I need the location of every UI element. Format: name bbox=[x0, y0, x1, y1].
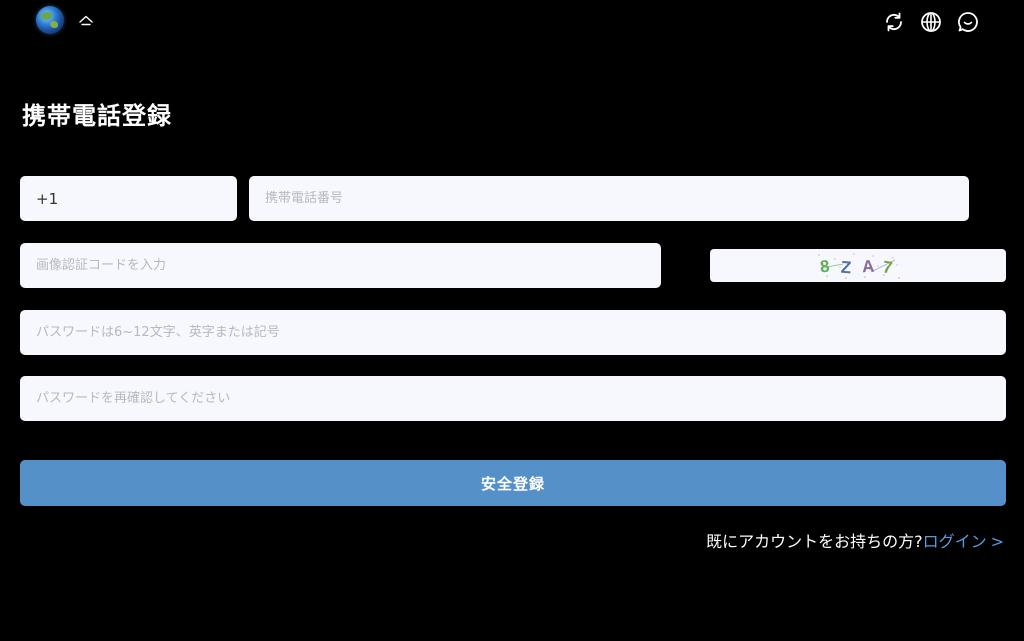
captcha-code-input[interactable] bbox=[20, 243, 661, 288]
globe-logo-icon bbox=[36, 6, 64, 34]
top-left-bar bbox=[36, 6, 94, 34]
top-right-bar bbox=[882, 10, 980, 34]
chat-icon[interactable] bbox=[956, 10, 980, 34]
language-icon[interactable] bbox=[919, 10, 943, 34]
page-title: 携帯電話登録 bbox=[22, 102, 172, 130]
captcha-image-button[interactable]: 8 Z A 7 bbox=[710, 249, 1006, 282]
captcha-char: 7 bbox=[882, 257, 894, 277]
home-icon[interactable] bbox=[78, 14, 94, 30]
phone-number-input[interactable] bbox=[249, 176, 969, 221]
password-input[interactable] bbox=[20, 310, 1006, 355]
captcha-char: 8 bbox=[819, 256, 830, 276]
login-prompt: 既にアカウントをお持ちの方?ログイン > bbox=[706, 528, 1004, 552]
register-button[interactable]: 安全登録 bbox=[20, 460, 1006, 506]
captcha-image: 8 Z A 7 bbox=[818, 252, 900, 279]
registration-page: 携帯電話登録 8 Z A 7 安全登録 既にアカウントをお持ちの方?ログイン> bbox=[0, 0, 1024, 641]
country-code-input[interactable] bbox=[20, 176, 237, 221]
refresh-icon[interactable] bbox=[882, 10, 906, 34]
login-prompt-text: 既にアカウントをお持ちの方? bbox=[706, 532, 923, 551]
password-confirm-input[interactable] bbox=[20, 376, 1006, 421]
login-arrow[interactable]: > bbox=[991, 532, 1004, 551]
captcha-char: Z bbox=[840, 257, 852, 277]
login-link[interactable]: ログイン bbox=[923, 532, 987, 551]
captcha-char: A bbox=[862, 256, 875, 276]
